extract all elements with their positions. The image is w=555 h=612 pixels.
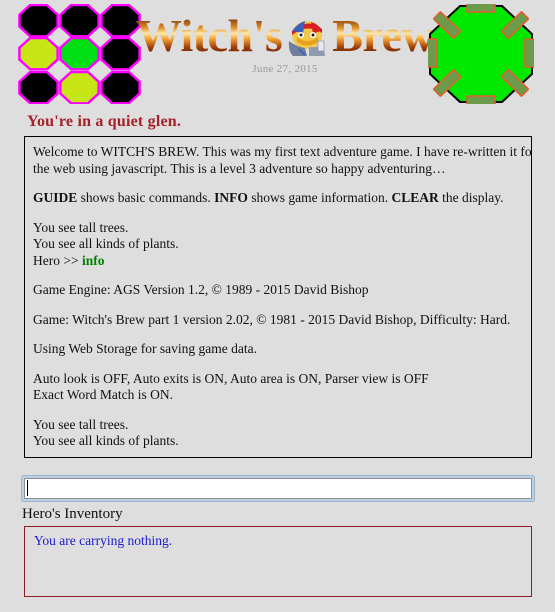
story-line: You see all kinds of plants. <box>33 433 179 448</box>
octagon-cell <box>18 4 59 38</box>
inventory-contents-text: You are carrying nothing. <box>34 533 173 548</box>
octagon-cell <box>18 37 59 71</box>
story-text: shows basic commands. <box>77 190 215 205</box>
story-paragraph-commands: GUIDE shows basic commands. INFO shows g… <box>33 190 523 207</box>
page-title-part-2: Brew <box>332 10 435 61</box>
story-line: the web using javascript. This is a leve… <box>33 160 446 176</box>
octagon-cell <box>59 4 100 38</box>
green-octagon-icon <box>426 1 536 107</box>
title-block: Witch's Brew June 27, 2015 <box>136 10 435 75</box>
inventory-panel: You are carrying nothing. <box>24 526 532 597</box>
story-output-panel: Welcome to WITCH'S BREW. This was my fir… <box>24 136 532 458</box>
octagon-shape-icon <box>59 70 100 104</box>
inventory-heading: Hero's Inventory <box>22 506 123 522</box>
keyword-clear: CLEAR <box>391 190 439 205</box>
story-paragraph-look-2: You see tall trees. You see all kinds of… <box>33 417 523 450</box>
story-line: Using Web Storage for saving game data. <box>33 341 257 356</box>
octagon-shape-icon <box>18 70 59 104</box>
octagon-shape-icon <box>18 37 59 71</box>
story-line: You see all kinds of plants. <box>33 236 179 251</box>
command-input[interactable] <box>24 478 532 499</box>
command-echo-line: Hero >> info <box>33 253 523 270</box>
story-line: Exact Word Match is ON. <box>33 387 174 402</box>
octagon-cell <box>59 37 100 71</box>
story-paragraph-look-1: You see tall trees. You see all kinds of… <box>33 220 523 270</box>
header-date: June 27, 2015 <box>252 63 318 75</box>
echoed-command: info <box>81 252 105 268</box>
story-line: Game: Witch's Brew part 1 version 2.02, … <box>33 311 511 327</box>
story-text: shows game information. <box>247 190 392 205</box>
octagon-shape-icon <box>100 70 141 104</box>
story-paragraph-engine: Game Engine: AGS Version 1.2, © 1989 - 2… <box>33 282 523 299</box>
page-header: Witch's Brew June 27, 2015 <box>0 0 555 108</box>
text-caret <box>27 480 28 496</box>
story-paragraph-settings: Auto look is OFF, Auto exits is ON, Auto… <box>33 371 523 404</box>
octagon-cell <box>18 70 59 104</box>
story-paragraph-game-info: Game: Witch's Brew part 1 version 2.02, … <box>33 312 523 329</box>
prompt-label: Hero >> <box>33 252 82 268</box>
story-text: the display. <box>438 190 504 205</box>
story-line: Auto look is OFF, Auto exits is ON, Auto… <box>33 370 429 386</box>
keyword-guide: GUIDE <box>33 190 78 205</box>
story-paragraph-intro: Welcome to WITCH'S BREW. This was my fir… <box>33 144 532 177</box>
location-tagline: You're in a quiet glen. <box>27 113 182 130</box>
story-line: You see tall trees. <box>33 416 129 432</box>
octagon-cell <box>100 70 141 104</box>
octagon-shape-icon <box>18 4 59 38</box>
story-line: Welcome to WITCH'S BREW. This was my fir… <box>33 144 532 159</box>
command-input-focus-ring <box>21 475 535 502</box>
octagon-cell <box>59 70 100 104</box>
title-row: Witch's Brew <box>136 10 435 62</box>
story-paragraph-storage: Using Web Storage for saving game data. <box>33 341 523 358</box>
story-line: You see tall trees. <box>33 219 129 235</box>
octagon-shape-icon <box>59 4 100 38</box>
page-title-part-1: Witch's <box>135 10 283 61</box>
keyword-info: INFO <box>214 190 248 205</box>
octagon-shape-icon <box>59 37 100 71</box>
octagon-grid-icon <box>18 4 141 104</box>
story-line: Game Engine: AGS Version 1.2, © 1989 - 2… <box>33 282 369 297</box>
witch-face-icon <box>285 15 329 57</box>
